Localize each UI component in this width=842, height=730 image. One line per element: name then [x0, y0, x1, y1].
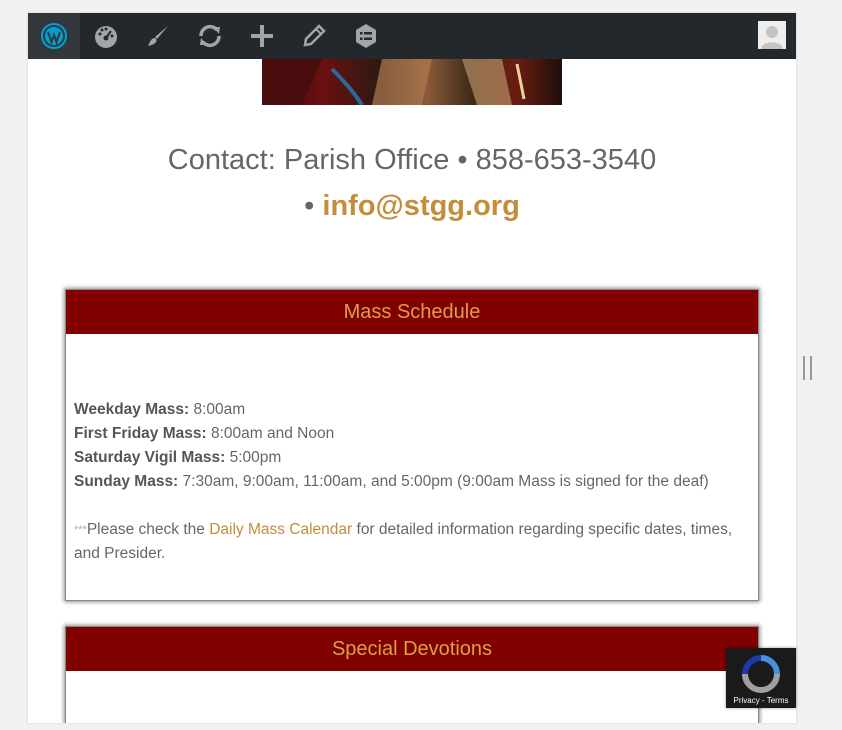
- customize-brush-icon: [148, 26, 168, 46]
- email-link[interactable]: info@stgg.org: [322, 190, 519, 222]
- new-content-plus-icon: [251, 25, 273, 47]
- dashboard-icon: [95, 26, 117, 48]
- recaptcha-icon: [742, 655, 780, 693]
- mass-schedule-title: Mass Schedule: [343, 300, 481, 323]
- schedule-value: 8:00am: [189, 401, 246, 418]
- stained-glass-image: [262, 59, 562, 105]
- list-icon: [356, 24, 376, 48]
- updates-button[interactable]: [184, 13, 236, 59]
- special-devotions-panel: Special Devotions: [65, 626, 759, 723]
- special-devotions-header: Special Devotions: [66, 627, 758, 671]
- schedule-value: 5:00pm: [225, 449, 282, 466]
- schedule-label: First Friday Mass:: [74, 425, 207, 442]
- contact-email-line: • info@stgg.org: [28, 183, 796, 229]
- special-devotions-title: Special Devotions: [331, 637, 493, 660]
- schedule-row: Sunday Mass: 7:30am, 9:00am, 11:00am, an…: [74, 470, 750, 494]
- mass-schedule-header: Mass Schedule: [66, 290, 758, 334]
- recaptcha-links[interactable]: Privacy - Terms: [726, 696, 796, 705]
- page-frame: Contact: Parish Office • 858-653-3540 • …: [28, 13, 796, 723]
- note-stars: ***: [74, 524, 87, 536]
- mass-schedule-panel: Mass Schedule Weekday Mass: 8:00am First…: [65, 289, 759, 601]
- recaptcha-badge[interactable]: Privacy - Terms: [726, 648, 796, 708]
- mass-schedule-body: Weekday Mass: 8:00am First Friday Mass: …: [66, 334, 758, 566]
- schedule-label: Saturday Vigil Mass:: [74, 449, 226, 466]
- updates-icon: [199, 24, 221, 48]
- schedule-value: 7:30am, 9:00am, 11:00am, and 5:00pm (9:0…: [178, 473, 709, 490]
- calendar-note: ***Please check the Daily Mass Calendar …: [74, 518, 750, 566]
- wordpress-logo-icon: [41, 23, 67, 49]
- edit-pencil-icon: [303, 24, 326, 47]
- user-avatar-button[interactable]: [758, 21, 786, 49]
- contact-line: Contact: Parish Office • 858-653-3540: [167, 144, 657, 176]
- stained-glass-art: [262, 59, 526, 105]
- schedule-row: First Friday Mass: 8:00am and Noon: [74, 422, 750, 446]
- schedule-label: Sunday Mass:: [74, 473, 179, 490]
- dashboard-button[interactable]: [80, 13, 132, 59]
- wordpress-menu-button[interactable]: [28, 13, 80, 59]
- bullet: •: [304, 190, 323, 222]
- note-text-before: Please check the: [86, 521, 210, 538]
- list-button[interactable]: [340, 13, 392, 59]
- schedule-value: 8:00am and Noon: [206, 425, 335, 442]
- daily-mass-calendar-link[interactable]: Daily Mass Calendar: [209, 521, 352, 538]
- schedule-row: Weekday Mass: 8:00am: [74, 398, 750, 422]
- edit-page-button[interactable]: [288, 13, 340, 59]
- wp-admin-bar: [28, 13, 796, 59]
- customize-button[interactable]: [132, 13, 184, 59]
- resize-handle[interactable]: [803, 356, 812, 380]
- contact-info: Contact: Parish Office • 858-653-3540 • …: [28, 137, 796, 229]
- new-content-button[interactable]: [236, 13, 288, 59]
- avatar-icon: [758, 21, 786, 49]
- schedule-label: Weekday Mass:: [74, 401, 190, 418]
- schedule-row: Saturday Vigil Mass: 5:00pm: [74, 446, 750, 470]
